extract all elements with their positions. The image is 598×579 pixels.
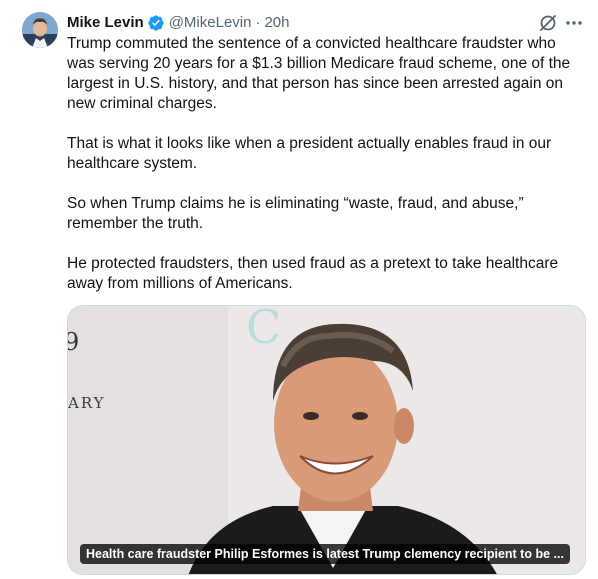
author-avatar[interactable] bbox=[22, 12, 58, 48]
tweet-paragraph: Trump commuted the sentence of a convict… bbox=[67, 35, 571, 112]
media-caption[interactable]: Health care fraudster Philip Esformes is… bbox=[80, 544, 570, 564]
tweet-timestamp[interactable]: 20h bbox=[264, 13, 289, 33]
separator-dot: · bbox=[255, 14, 261, 31]
author-display-name[interactable]: Mike Levin bbox=[67, 13, 144, 33]
avatar-photo bbox=[22, 12, 58, 48]
author-handle[interactable]: @MikeLevin bbox=[169, 13, 252, 33]
tweet-header: Mike Levin @MikeLevin · 20h bbox=[67, 12, 588, 34]
tweet-paragraph: That is what it looks like when a presid… bbox=[67, 135, 552, 172]
grok-icon[interactable] bbox=[538, 13, 558, 33]
verified-badge-icon bbox=[147, 14, 165, 32]
backdrop-mark-text: 9 bbox=[68, 328, 79, 356]
tweet-text: Trump commuted the sentence of a convict… bbox=[67, 34, 577, 314]
media-card[interactable]: C 9 ARY Health care fraudster Philip Esf… bbox=[67, 305, 586, 575]
backdrop-logo-text: C bbox=[246, 305, 282, 354]
backdrop-ary-text: ARY bbox=[68, 394, 106, 412]
more-icon[interactable] bbox=[563, 13, 585, 33]
news-photo bbox=[68, 306, 585, 574]
tweet-paragraph: He protected fraudsters, then used fraud… bbox=[67, 255, 559, 292]
tweet-paragraph: So when Trump claims he is eliminating “… bbox=[67, 195, 524, 232]
tweet[interactable]: Mike Levin @MikeLevin · 20h Trump commut… bbox=[0, 0, 598, 579]
